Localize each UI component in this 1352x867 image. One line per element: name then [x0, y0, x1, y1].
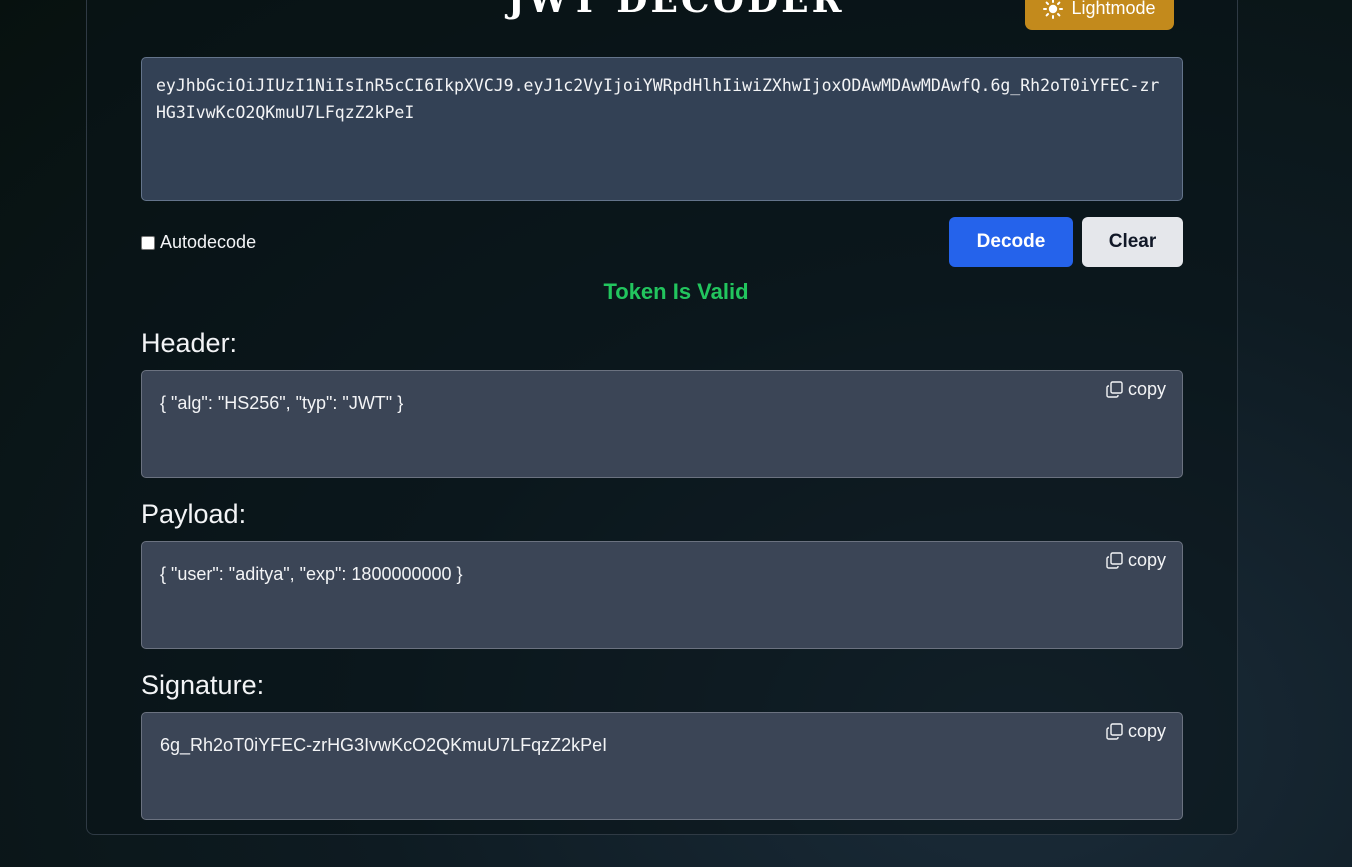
autodecode-checkbox[interactable]	[141, 235, 155, 250]
payload-output-box: { "user": "aditya", "exp": 1800000000 } …	[141, 541, 1183, 649]
decode-button[interactable]: Decode	[949, 217, 1073, 267]
copy-icon	[1106, 381, 1123, 398]
signature-output-text: 6g_Rh2oT0iYFEC-zrHG3IvwKcO2QKmuU7LFqzZ2k…	[160, 735, 608, 755]
sun-icon	[1043, 0, 1064, 19]
autodecode-option[interactable]: Autodecode	[141, 232, 256, 253]
header-section-label: Header:	[141, 328, 238, 358]
copy-icon	[1106, 552, 1123, 569]
jwt-token-input[interactable]: eyJhbGciOiJIUzI1NiIsInR5cCI6IkpXVCJ9.eyJ…	[141, 57, 1183, 201]
autodecode-label: Autodecode	[160, 232, 257, 252]
copy-label: copy	[1127, 379, 1166, 399]
copy-payload-button[interactable]: copy	[1106, 550, 1166, 571]
payload-section-label: Payload:	[141, 499, 247, 529]
header-output-text: { "alg": "HS256", "typ": "JWT" }	[160, 393, 404, 413]
signature-section-label: Signature:	[141, 670, 265, 700]
payload-output-text: { "user": "aditya", "exp": 1800000000 }	[160, 564, 463, 584]
copy-label: copy	[1127, 721, 1166, 741]
lightmode-toggle-button[interactable]: Lightmode	[1025, 0, 1174, 30]
header-output-box: { "alg": "HS256", "typ": "JWT" } copy	[141, 370, 1183, 478]
clear-button[interactable]: Clear	[1082, 217, 1183, 267]
token-status-message: Token Is Valid	[603, 279, 749, 304]
copy-header-button[interactable]: copy	[1106, 379, 1166, 400]
copy-signature-button[interactable]: copy	[1106, 721, 1166, 742]
signature-output-box: 6g_Rh2oT0iYFEC-zrHG3IvwKcO2QKmuU7LFqzZ2k…	[141, 712, 1183, 820]
lightmode-label: Lightmode	[1071, 0, 1156, 18]
copy-icon	[1106, 723, 1123, 740]
copy-label: copy	[1127, 550, 1166, 570]
